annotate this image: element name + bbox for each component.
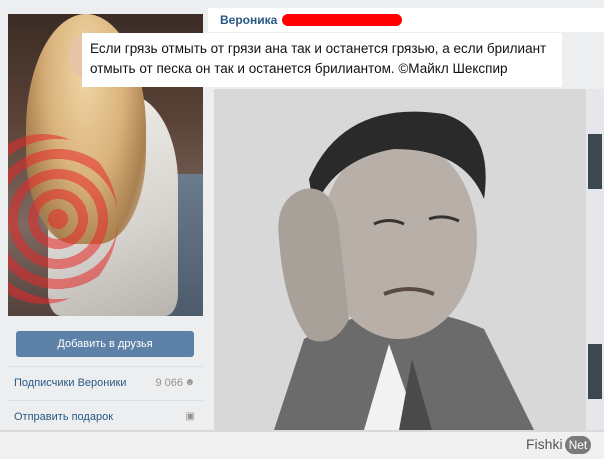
followers-link[interactable]: Подписчики Вероники 9 066 ☻ bbox=[8, 370, 203, 396]
fishki-watermark: Fishki Net bbox=[526, 436, 592, 454]
sidebar-divider bbox=[8, 366, 203, 367]
send-gift-label: Отправить подарок bbox=[14, 411, 114, 423]
add-friend-button[interactable]: Добавить в друзья bbox=[16, 331, 194, 357]
thumbnail[interactable] bbox=[588, 134, 602, 189]
followers-icon: ☻ bbox=[184, 377, 195, 388]
footer-bar: Fishki Net bbox=[0, 430, 604, 459]
surname-redaction bbox=[282, 14, 402, 26]
footer-divider bbox=[0, 430, 604, 432]
post-quote-text: Если грязь отмыть от грязи ана так и ост… bbox=[82, 33, 562, 87]
watermark-brand: Fishki bbox=[526, 436, 563, 452]
thumbnail[interactable] bbox=[588, 344, 602, 399]
profile-header: Вероника bbox=[208, 8, 604, 32]
sidebar-divider bbox=[8, 400, 203, 401]
quote-text: Если грязь отмыть от грязи ана так и ост… bbox=[90, 41, 547, 76]
gift-icon: ▣ bbox=[185, 411, 195, 422]
post-photo[interactable] bbox=[214, 89, 586, 430]
send-gift-link[interactable]: Отправить подарок ▣ bbox=[8, 404, 203, 430]
followers-count: 9 066 bbox=[155, 377, 183, 389]
followers-label: Подписчики Вероники bbox=[14, 377, 127, 389]
man-photo-illustration bbox=[214, 89, 586, 430]
watermark-net-badge: Net bbox=[564, 436, 592, 454]
profile-name[interactable]: Вероника bbox=[220, 13, 277, 27]
photo-thumbnails-strip bbox=[586, 89, 604, 430]
